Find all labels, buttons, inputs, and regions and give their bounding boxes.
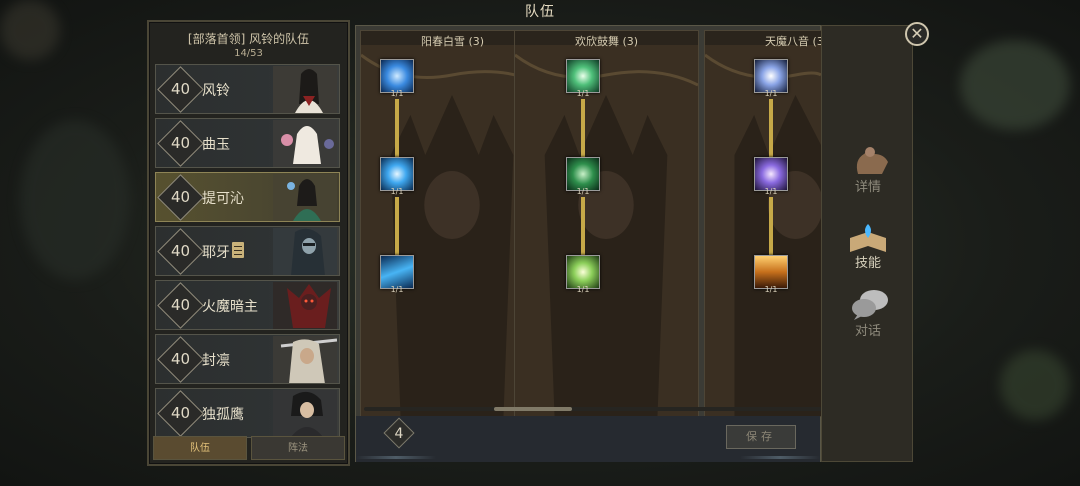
strength-arm-icon bbox=[856, 147, 888, 174]
skill-column: 欢欣鼓舞 (3) 1/1 1/1 1/1 bbox=[514, 30, 699, 417]
skill-icon-dance[interactable] bbox=[566, 157, 600, 191]
tab-skills[interactable]: 技能 bbox=[830, 218, 906, 276]
tab-label: 详情 bbox=[854, 180, 881, 195]
decorative-ornament bbox=[356, 456, 436, 459]
skill-points: 4 bbox=[394, 426, 404, 442]
skill-icon-frost[interactable] bbox=[380, 157, 414, 191]
member-row[interactable]: 40 风铃 bbox=[155, 64, 340, 114]
close-icon: ✕ bbox=[910, 24, 924, 43]
demon-artwork bbox=[515, 45, 698, 416]
skill-icon-heal[interactable] bbox=[566, 255, 600, 289]
skill-chain bbox=[395, 99, 399, 159]
skill-column-title: 欢欣鼓舞 (3) bbox=[574, 35, 639, 48]
member-row[interactable]: 40 火魔暗主 bbox=[155, 280, 340, 330]
member-portrait bbox=[273, 120, 337, 167]
tab-formation[interactable]: 阵法 bbox=[251, 436, 345, 460]
member-level: 40 bbox=[170, 296, 191, 314]
window-title: 队伍 bbox=[525, 4, 555, 20]
demon-artwork bbox=[705, 45, 821, 416]
side-tab-bar: 详情 技能 对话 bbox=[821, 25, 913, 462]
skill-chain bbox=[769, 197, 773, 257]
skill-level: 1/1 bbox=[764, 285, 778, 294]
skill-icon-wave[interactable] bbox=[380, 255, 414, 289]
skill-icon-flame[interactable] bbox=[754, 255, 788, 289]
skill-level: 1/1 bbox=[576, 285, 590, 294]
member-row[interactable]: 40 提可沁 bbox=[155, 172, 340, 222]
skill-column-title: 天魔八音 (3) bbox=[765, 35, 822, 48]
member-level: 40 bbox=[170, 188, 191, 206]
member-name: 火魔暗主 bbox=[202, 299, 258, 315]
skill-level: 1/1 bbox=[390, 187, 404, 196]
team-panel: [部落首领] 风铃的队伍 14/53 40 风铃 40 曲玉 40 提可沁 40… bbox=[147, 20, 350, 466]
member-row[interactable]: 40 封凛 bbox=[155, 334, 340, 384]
member-portrait bbox=[273, 336, 337, 383]
member-level: 40 bbox=[170, 80, 191, 98]
skill-icon-ice[interactable] bbox=[380, 59, 414, 93]
member-name: 独孤鹰 bbox=[202, 407, 244, 423]
scrollbar-thumb[interactable] bbox=[494, 407, 572, 411]
tab-label: 对话 bbox=[854, 324, 881, 339]
member-level: 40 bbox=[170, 404, 191, 422]
game-screen: 队伍 [部落首领] 风铃的队伍 14/53 40 风铃 40 曲玉 40 提可沁 bbox=[0, 0, 1080, 486]
member-row[interactable]: 40 曲玉 bbox=[155, 118, 340, 168]
skill-level: 1/1 bbox=[576, 187, 590, 196]
tab-team[interactable]: 队伍 bbox=[153, 436, 247, 460]
speech-bubble-icon bbox=[852, 290, 888, 320]
decorative-ornament bbox=[740, 456, 820, 459]
skill-icon-sound[interactable] bbox=[754, 59, 788, 93]
member-row[interactable]: 40 独孤鹰 bbox=[155, 388, 340, 438]
tab-dialogue[interactable]: 对话 bbox=[830, 286, 906, 344]
skill-book-icon bbox=[850, 224, 886, 252]
skill-icon-wind[interactable] bbox=[566, 59, 600, 93]
background-scenery bbox=[20, 120, 130, 280]
member-name: 风铃 bbox=[202, 83, 230, 99]
skill-chain bbox=[581, 99, 585, 159]
member-portrait bbox=[273, 390, 337, 437]
member-portrait bbox=[273, 282, 337, 329]
member-name: 曲玉 bbox=[202, 137, 230, 153]
skill-chain bbox=[581, 197, 585, 257]
member-row[interactable]: 40 耶牙 bbox=[155, 226, 340, 276]
skill-level: 1/1 bbox=[764, 89, 778, 98]
skill-chain bbox=[395, 197, 399, 257]
tab-details[interactable]: 详情 bbox=[830, 142, 906, 200]
save-button[interactable]: 保存 bbox=[726, 425, 796, 449]
skill-column: 天魔八音 (3) 1/1 1/1 1/1 bbox=[704, 30, 822, 417]
background-scenery bbox=[1000, 350, 1070, 420]
member-portrait bbox=[273, 228, 337, 275]
skill-scrollbar[interactable] bbox=[364, 407, 822, 411]
member-name: 耶牙 bbox=[202, 245, 230, 261]
member-portrait bbox=[273, 174, 337, 221]
skill-level: 1/1 bbox=[576, 89, 590, 98]
member-level: 40 bbox=[170, 242, 191, 260]
team-count: 14/53 bbox=[234, 48, 263, 59]
note-icon bbox=[232, 242, 244, 258]
skill-chain bbox=[769, 99, 773, 159]
skill-level: 1/1 bbox=[764, 187, 778, 196]
background-scenery bbox=[960, 40, 1070, 130]
member-portrait bbox=[273, 66, 337, 113]
team-title: [部落首领] 风铃的队伍 bbox=[187, 32, 310, 46]
skill-level: 1/1 bbox=[390, 285, 404, 294]
skill-icon-demon-note[interactable] bbox=[754, 157, 788, 191]
team-tab-bar: 队伍 阵法 bbox=[153, 436, 345, 462]
close-button[interactable]: ✕ bbox=[905, 22, 929, 46]
member-name: 封凛 bbox=[202, 353, 230, 369]
tab-label: 技能 bbox=[854, 256, 881, 271]
skill-level: 1/1 bbox=[390, 89, 404, 98]
member-level: 40 bbox=[170, 134, 191, 152]
skill-tree-panel: 阳春白雪 (3) 1/1 1/1 1/1 欢欣鼓舞 (3) 1/1 1/1 1/… bbox=[355, 25, 822, 462]
member-level: 40 bbox=[170, 350, 191, 368]
member-name: 提可沁 bbox=[202, 191, 244, 207]
